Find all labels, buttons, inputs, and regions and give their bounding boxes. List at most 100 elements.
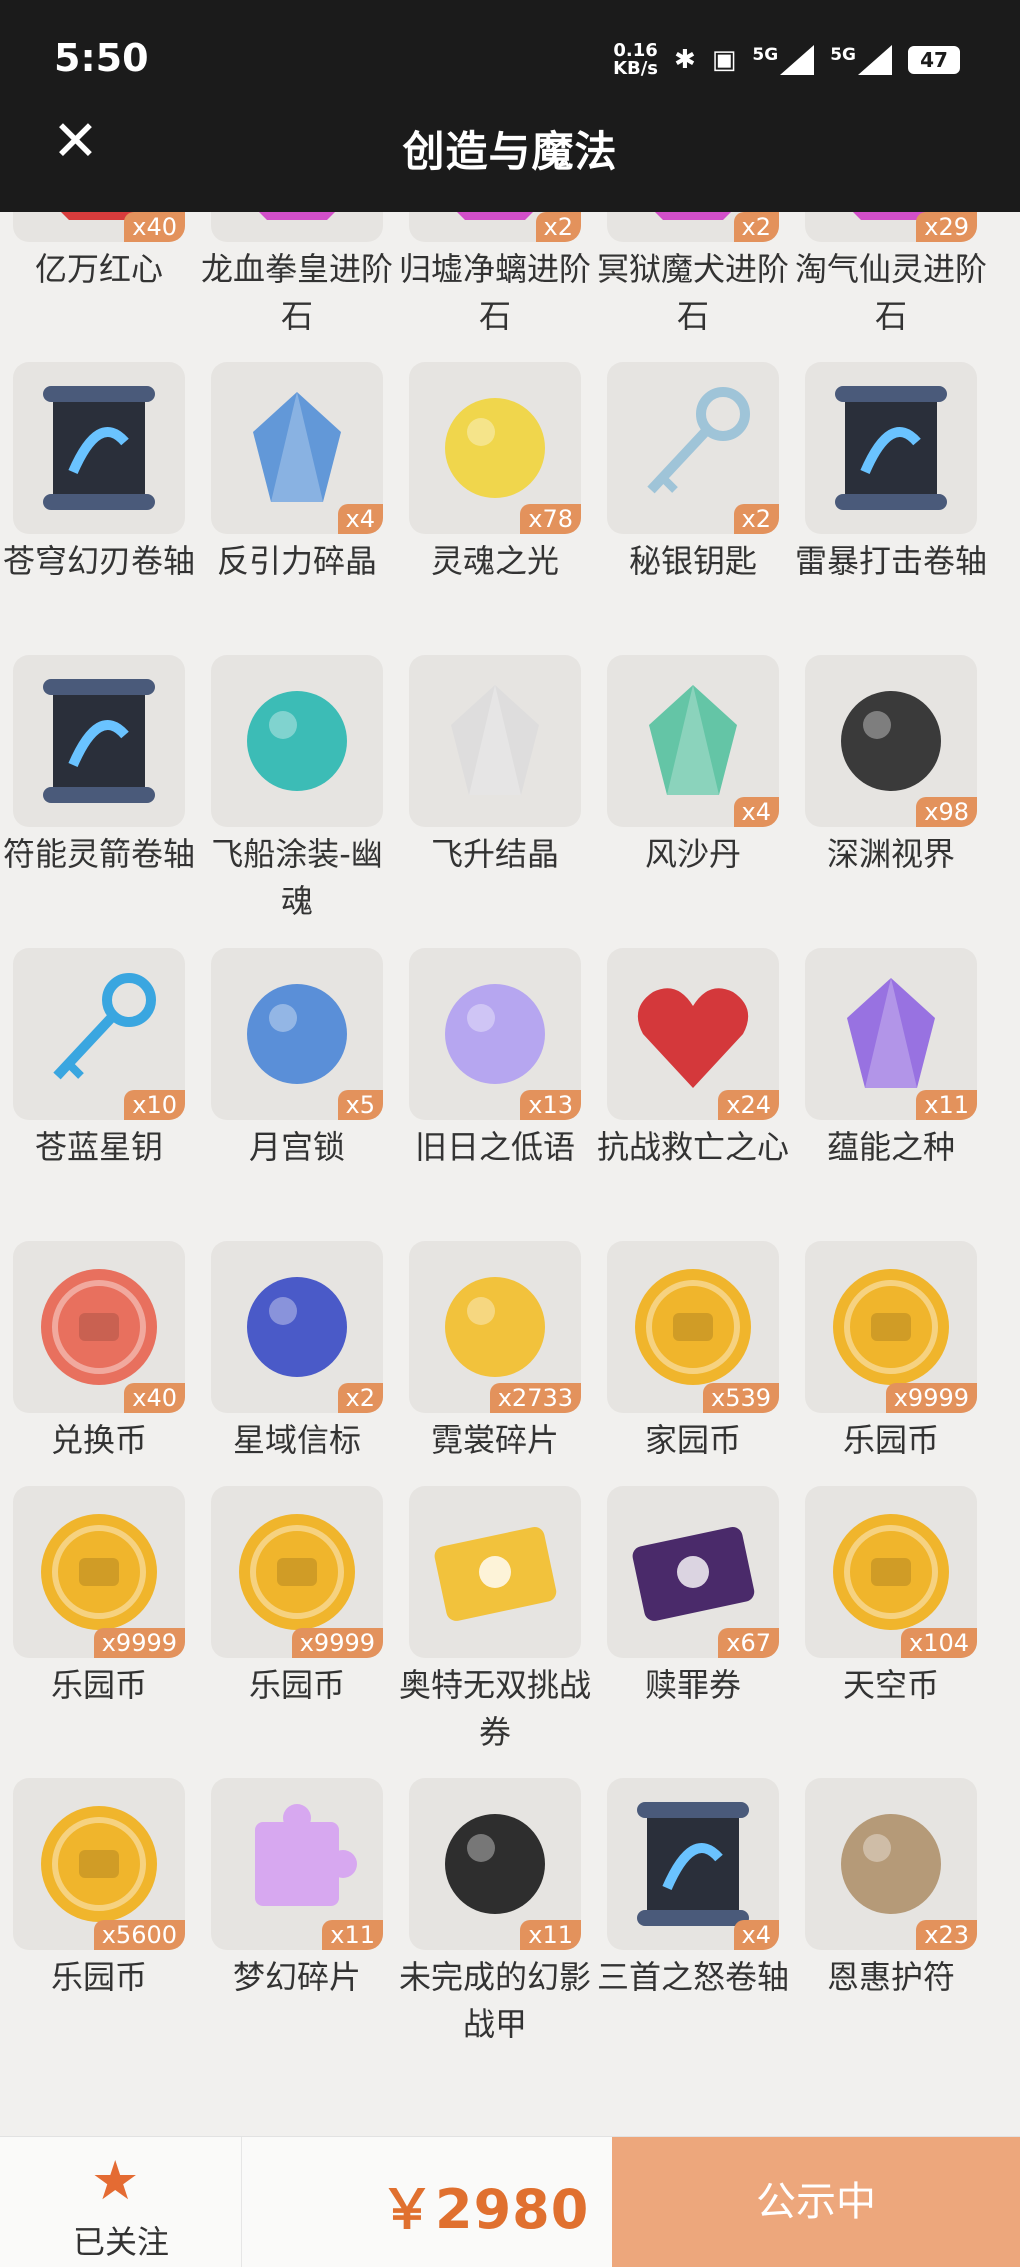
item-count-badge: x23: [916, 1920, 977, 1950]
item-name: 符能灵箭卷轴: [2, 835, 195, 873]
top-bar: 5:50 0.16 KB/s ✱ ▣ 5G 5G 47 ✕ 创造与魔法: [0, 0, 1020, 212]
item-name: 兑换币: [50, 1421, 147, 1459]
item-card[interactable]: x13 旧日之低语: [396, 948, 594, 1238]
item-card[interactable]: x9999 乐园币: [198, 1486, 396, 1776]
item-card[interactable]: 龙血拳皇进阶石: [198, 212, 396, 360]
item-name: 雷暴打击卷轴: [794, 542, 987, 580]
status-time: 5:50: [54, 36, 149, 80]
item-count-badge: x13: [520, 1090, 581, 1120]
follow-label: 已关注: [72, 2223, 169, 2261]
item-count-badge: x4: [733, 1920, 779, 1950]
item-name: 赎罪券: [644, 1666, 741, 1704]
item-tile: [409, 1486, 581, 1658]
item-tile: x2: [607, 212, 779, 242]
item-card[interactable]: x4 反引力碎晶: [198, 362, 396, 652]
item-tile: [13, 362, 185, 534]
item-name: 乐园币: [248, 1666, 345, 1704]
item-name: 风沙丹: [644, 835, 741, 873]
item-tile: x29: [805, 212, 977, 242]
item-card[interactable]: x2 秘银钥匙: [594, 362, 792, 652]
star-icon: ★: [91, 2149, 140, 2212]
status-icons: 0.16 KB/s ✱ ▣ 5G 5G 47: [613, 36, 960, 84]
item-tile: x9999: [211, 1486, 383, 1658]
item-name: 龙血拳皇进阶石: [200, 250, 393, 335]
item-card[interactable]: x40 亿万红心: [0, 212, 198, 360]
item-card[interactable]: x104 天空币: [792, 1486, 990, 1776]
item-tile: x10: [13, 948, 185, 1120]
item-card[interactable]: x67 赎罪券: [594, 1486, 792, 1776]
status-button[interactable]: 公示中: [612, 2137, 1020, 2267]
item-card[interactable]: x9999 乐园币: [0, 1486, 198, 1776]
item-tile: [211, 655, 383, 827]
item-name: 天空币: [842, 1666, 939, 1704]
signal-icon-2: 5G: [830, 45, 892, 75]
item-tile: x40: [13, 212, 185, 242]
item-count-badge: x24: [718, 1090, 779, 1120]
item-tile: [805, 362, 977, 534]
item-name: 梦幻碎片: [232, 1958, 361, 1996]
item-card[interactable]: x11 蕴能之种: [792, 948, 990, 1238]
network-speed: 0.16 KB/s: [613, 40, 659, 79]
item-card[interactable]: x10 苍蓝星钥: [0, 948, 198, 1238]
item-count-badge: x29: [916, 212, 977, 242]
item-name: 冥狱魔犬进阶石: [596, 250, 789, 335]
item-tile: x78: [409, 362, 581, 534]
item-count-badge: x2: [535, 212, 581, 242]
item-tile: x23: [805, 1778, 977, 1950]
item-name: 反引力碎晶: [216, 542, 377, 580]
item-name: 恩惠护符: [826, 1958, 955, 1996]
item-card[interactable]: x78 灵魂之光: [396, 362, 594, 652]
item-card[interactable]: x2 冥狱魔犬进阶石: [594, 212, 792, 360]
item-card[interactable]: x11 未完成的幻影战甲: [396, 1778, 594, 2068]
item-tile: x40: [13, 1241, 185, 1413]
item-card[interactable]: x5600 乐园币: [0, 1778, 198, 2068]
item-tile: x2: [607, 362, 779, 534]
item-card[interactable]: x98 深渊视界: [792, 655, 990, 945]
item-card[interactable]: 符能灵箭卷轴: [0, 655, 198, 945]
item-name: 归墟净螭进阶石: [398, 250, 591, 335]
item-card[interactable]: x11 梦幻碎片: [198, 1778, 396, 2068]
item-tile: [211, 212, 383, 242]
item-card[interactable]: 奥特无双挑战券: [396, 1486, 594, 1776]
item-tile: x4: [211, 362, 383, 534]
item-card[interactable]: 雷暴打击卷轴: [792, 362, 990, 652]
item-name: 乐园币: [50, 1666, 147, 1704]
item-tile: x11: [409, 1778, 581, 1950]
item-tile: [13, 655, 185, 827]
item-name: 霓裳碎片: [430, 1421, 559, 1459]
item-card[interactable]: x4 三首之怒卷轴: [594, 1778, 792, 2068]
item-card[interactable]: x24 抗战救亡之心: [594, 948, 792, 1238]
item-name: 旧日之低语: [414, 1128, 575, 1166]
bottom-bar: ★ 已关注 ￥2980 公示中: [0, 2136, 1020, 2267]
item-tile: x9999: [805, 1241, 977, 1413]
item-name: 秘银钥匙: [628, 542, 757, 580]
item-name: 月宫锁: [248, 1128, 345, 1166]
item-name: 飞升结晶: [430, 835, 559, 873]
item-card[interactable]: 飞船涂装-幽魂: [198, 655, 396, 945]
item-card[interactable]: 苍穹幻刃卷轴: [0, 362, 198, 652]
item-tile: x9999: [13, 1486, 185, 1658]
item-count-badge: x40: [124, 1383, 185, 1413]
item-tile: x4: [607, 1778, 779, 1950]
item-name: 奥特无双挑战券: [398, 1666, 591, 1751]
item-count-badge: x11: [916, 1090, 977, 1120]
item-tile: x2: [211, 1241, 383, 1413]
item-card[interactable]: x2 归墟净螭进阶石: [396, 212, 594, 360]
item-card[interactable]: x5 月宫锁: [198, 948, 396, 1238]
item-name: 淘气仙灵进阶石: [794, 250, 987, 335]
item-tile: x13: [409, 948, 581, 1120]
item-card[interactable]: x23 恩惠护符: [792, 1778, 990, 2068]
item-tile: x67: [607, 1486, 779, 1658]
item-name: 蕴能之种: [826, 1128, 955, 1166]
item-name: 苍穹幻刃卷轴: [2, 542, 195, 580]
item-tile: x98: [805, 655, 977, 827]
item-count-badge: x11: [322, 1920, 383, 1950]
item-card[interactable]: 飞升结晶: [396, 655, 594, 945]
item-card[interactable]: x4 风沙丹: [594, 655, 792, 945]
price: ￥2980: [380, 2178, 590, 2241]
item-count-badge: x4: [337, 504, 383, 534]
item-card[interactable]: x29 淘气仙灵进阶石: [792, 212, 990, 360]
signal-icon-1: 5G: [752, 45, 815, 75]
item-tile: x2: [409, 212, 581, 242]
follow-button[interactable]: ★ 已关注: [0, 2137, 242, 2267]
